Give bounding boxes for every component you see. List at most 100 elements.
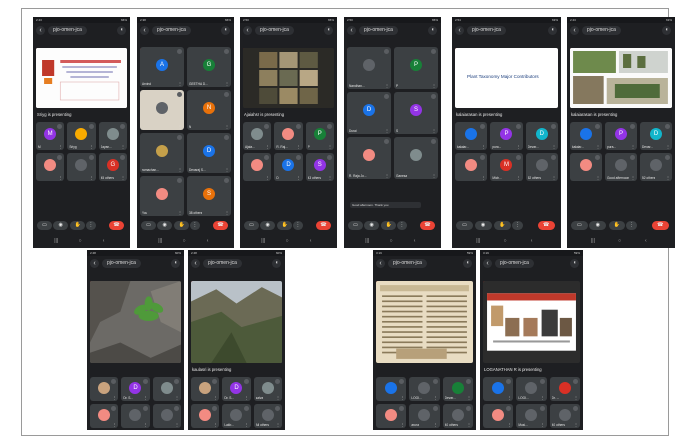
more-options-icon[interactable]: ⋮ xyxy=(631,176,635,180)
participant-tile[interactable]: Musi... ⋮ xyxy=(516,404,547,428)
more-options-icon[interactable]: ⋮ xyxy=(541,396,545,400)
speaker-icon[interactable]: ◖ xyxy=(428,26,437,35)
mic-icon[interactable]: ◉ xyxy=(53,221,69,230)
hand-icon[interactable]: ✋ xyxy=(174,221,190,230)
more-options-icon[interactable]: ⋮ xyxy=(507,423,511,427)
participant-tile[interactable]: 40 others ⋮ xyxy=(442,404,473,428)
home-icon[interactable]: ○ xyxy=(504,238,507,245)
participant-tile[interactable]: 40 others ⋮ xyxy=(549,404,580,428)
camera-icon[interactable]: ▭ xyxy=(141,221,156,230)
camera-icon[interactable]: ▭ xyxy=(348,221,363,230)
more-options-icon[interactable]: ⋮ xyxy=(517,145,521,149)
participant-tile[interactable]: ⋮ xyxy=(90,377,119,401)
more-options-icon[interactable]: ⋮ xyxy=(596,145,600,149)
home-icon[interactable]: ○ xyxy=(183,238,186,245)
more-options-icon[interactable]: ⋮ xyxy=(432,174,436,178)
more-options-icon[interactable]: ⋮ xyxy=(265,145,269,149)
speaker-icon[interactable]: ◖ xyxy=(221,26,230,35)
end-call-icon[interactable]: ☎ xyxy=(109,221,124,230)
participant-tile[interactable]: P P ⋮ xyxy=(394,47,438,89)
more-options-icon[interactable]: ⋮ xyxy=(467,396,471,400)
more-options-icon[interactable]: ⋮ xyxy=(541,423,545,427)
recents-icon[interactable]: ||| xyxy=(158,238,162,245)
speaker-icon[interactable]: ◖ xyxy=(272,259,281,268)
more-options-icon[interactable]: ⋮ xyxy=(328,145,332,149)
more-options-icon[interactable]: ⋮ xyxy=(90,176,94,180)
more-options-icon[interactable]: ⋮ xyxy=(434,396,438,400)
participant-tile[interactable]: P P ⋮ xyxy=(305,122,334,150)
meeting-code-button[interactable]: pjo-omen-jca xyxy=(102,259,141,268)
participant-tile[interactable]: D Durai ⋮ xyxy=(347,92,391,134)
more-options-icon[interactable]: ⋮ xyxy=(225,211,229,215)
more-options-icon[interactable]: ⋮ xyxy=(178,125,182,129)
participant-tile[interactable]: Dr. ... ⋮ xyxy=(549,377,580,401)
participant-tile[interactable]: Jayan... ⋮ xyxy=(98,122,127,150)
back-arrow-icon[interactable]: ‹ xyxy=(90,259,99,268)
speaker-icon[interactable]: ◖ xyxy=(662,26,671,35)
participant-tile[interactable]: kalaiar... ⋮ xyxy=(455,122,488,150)
back-icon[interactable]: ‹ xyxy=(103,238,105,245)
back-icon[interactable]: ‹ xyxy=(531,238,533,245)
more-options-icon[interactable]: ⋮ xyxy=(517,176,521,180)
more-options-icon[interactable]: ⋮ xyxy=(213,396,217,400)
more-icon[interactable]: ⋮ xyxy=(396,221,407,230)
more-options-icon[interactable]: ⋮ xyxy=(385,84,389,88)
more-options-icon[interactable]: ⋮ xyxy=(112,396,116,400)
more-options-icon[interactable]: ⋮ xyxy=(434,423,438,427)
back-icon[interactable]: ‹ xyxy=(207,238,209,245)
more-options-icon[interactable]: ⋮ xyxy=(666,176,670,180)
camera-icon[interactable]: ▭ xyxy=(37,221,52,230)
end-call-icon[interactable]: ☎ xyxy=(420,221,435,230)
hand-icon[interactable]: ✋ xyxy=(608,221,626,230)
more-options-icon[interactable]: ⋮ xyxy=(90,145,94,149)
participant-tile[interactable]: G GEETHA D... ⋮ xyxy=(187,47,231,87)
back-arrow-icon[interactable]: ‹ xyxy=(191,259,200,268)
back-arrow-icon[interactable]: ‹ xyxy=(36,26,45,35)
participant-tile[interactable]: ⋮ xyxy=(570,153,602,181)
meeting-code-button[interactable]: pjo-omen-jca xyxy=(388,259,427,268)
participant-tile[interactable]: Ppura... ⋮ xyxy=(490,122,523,150)
hand-icon[interactable]: ✋ xyxy=(277,221,293,230)
home-icon[interactable]: ○ xyxy=(286,238,289,245)
participant-tile[interactable]: Ppura... ⋮ xyxy=(605,122,637,150)
participant-tile[interactable]: Sriyg ⋮ xyxy=(67,122,96,150)
more-options-icon[interactable]: ⋮ xyxy=(178,211,182,215)
participant-tile[interactable]: aruna ⋮ xyxy=(409,404,440,428)
more-options-icon[interactable]: ⋮ xyxy=(328,176,332,180)
participant-tile[interactable]: Lakb... ⋮ xyxy=(222,404,251,428)
more-options-icon[interactable]: ⋮ xyxy=(276,423,280,427)
more-icon[interactable]: ⋮ xyxy=(511,221,524,230)
meeting-code-button[interactable]: pjo-omen-jca xyxy=(582,26,621,35)
participant-tile[interactable]: D Devaraj S... ⋮ xyxy=(187,133,231,173)
mic-icon[interactable]: ◉ xyxy=(364,221,380,230)
more-options-icon[interactable]: ⋮ xyxy=(666,145,670,149)
back-arrow-icon[interactable]: ‹ xyxy=(483,259,492,268)
participant-tile[interactable]: ⋮ xyxy=(140,90,184,130)
mic-icon[interactable]: ◉ xyxy=(474,221,492,230)
participant-tile[interactable]: LOGI... ⋮ xyxy=(409,377,440,401)
meeting-code-button[interactable]: pjo-omen-jca xyxy=(255,26,294,35)
participant-tile[interactable]: D Dr. S... ⋮ xyxy=(222,377,251,401)
more-options-icon[interactable]: ⋮ xyxy=(481,145,485,149)
participant-tile[interactable]: ⋮ xyxy=(152,377,181,401)
speaker-icon[interactable]: ◖ xyxy=(324,26,333,35)
more-icon[interactable]: ⋮ xyxy=(626,221,638,230)
participant-tile[interactable]: ⋮ xyxy=(191,377,220,401)
more-options-icon[interactable]: ⋮ xyxy=(178,82,182,86)
more-options-icon[interactable]: ⋮ xyxy=(400,396,404,400)
participant-tile[interactable]: M Mich... ⋮ xyxy=(490,153,523,181)
participant-tile[interactable]: kalaiar... ⋮ xyxy=(570,122,602,150)
speaker-icon[interactable]: ◖ xyxy=(117,26,126,35)
participant-tile[interactable]: All others ⋮ xyxy=(253,404,282,428)
more-icon[interactable]: ⋮ xyxy=(292,221,303,230)
more-options-icon[interactable]: ⋮ xyxy=(552,176,556,180)
participant-tile[interactable]: S S ⋮ xyxy=(394,92,438,134)
participant-tile[interactable]: D Devar... ⋮ xyxy=(525,122,558,150)
back-arrow-icon[interactable]: ‹ xyxy=(140,26,149,35)
back-icon[interactable]: ‹ xyxy=(310,238,312,245)
participant-tile[interactable]: ⋮ xyxy=(483,377,514,401)
speaker-icon[interactable]: ◖ xyxy=(171,259,180,268)
end-call-icon[interactable]: ☎ xyxy=(316,221,331,230)
hand-icon[interactable]: ✋ xyxy=(70,221,86,230)
participant-tile[interactable]: Nandhan... ⋮ xyxy=(347,47,391,89)
